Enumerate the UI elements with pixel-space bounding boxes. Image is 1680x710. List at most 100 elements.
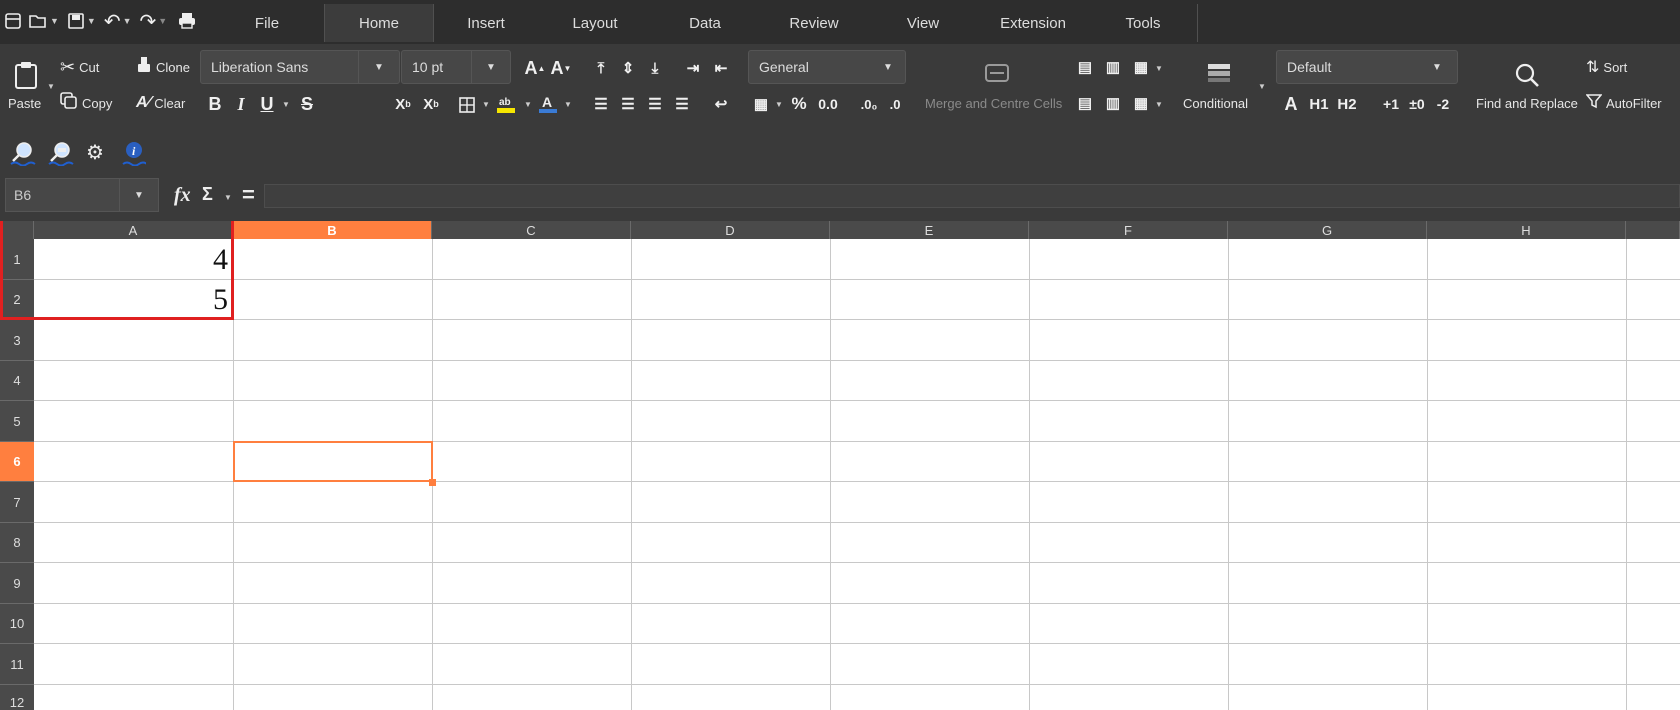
highlight-color-icon[interactable]: ab — [496, 94, 516, 119]
copy-button[interactable]: Copy — [60, 91, 112, 114]
row-header-2[interactable]: 2 — [0, 280, 34, 320]
row-header-10[interactable]: 10 — [0, 604, 34, 644]
chevron-down-icon[interactable]: ▼ — [1155, 64, 1163, 73]
align-middle-icon[interactable]: ⇕ — [617, 56, 639, 80]
underline-icon[interactable]: U — [256, 92, 278, 116]
remove-decimal-icon[interactable]: .0 — [884, 92, 906, 116]
formula-input[interactable] — [264, 184, 1680, 208]
column-header-a[interactable]: A — [34, 221, 233, 239]
clone-formatting-button[interactable]: Clone — [136, 56, 190, 78]
delete-cells-icon[interactable]: ▦ — [1130, 92, 1152, 114]
chevron-down-icon[interactable]: ▼ — [119, 179, 158, 211]
tab-file[interactable]: File — [216, 4, 318, 42]
tab-tools[interactable]: Tools — [1092, 4, 1194, 42]
cell-a1[interactable]: 4 — [34, 239, 228, 280]
paste-button[interactable]: Paste — [6, 56, 46, 116]
tab-layout[interactable]: Layout — [540, 4, 650, 42]
chevron-down-icon[interactable]: ▼ — [50, 16, 59, 26]
chevron-down-icon[interactable]: ▼ — [358, 51, 399, 83]
wrap-text-icon[interactable]: ↩ — [710, 92, 732, 116]
chevron-down-icon[interactable]: ▼ — [1417, 62, 1457, 73]
row-header-7[interactable]: 7 — [0, 482, 34, 523]
function-wizard-icon[interactable]: fx — [174, 184, 191, 207]
add-decimal-icon[interactable]: .0₀ — [856, 92, 882, 116]
row-header-8[interactable]: 8 — [0, 523, 34, 563]
active-cell-b6[interactable] — [233, 441, 433, 482]
row-header-12[interactable]: 12 — [0, 685, 34, 710]
strikethrough-icon[interactable]: S — [296, 92, 318, 116]
default-style-icon[interactable]: A — [1280, 92, 1302, 116]
zoom-in-icon[interactable] — [10, 140, 36, 171]
row-header-9[interactable]: 9 — [0, 563, 34, 604]
formula-equals-icon[interactable]: = — [242, 182, 255, 208]
align-left-icon[interactable]: ☰ — [590, 92, 612, 116]
conditional-format-button[interactable]: Conditional — [1180, 56, 1260, 116]
row-header-11[interactable]: 11 — [0, 644, 34, 685]
find-replace-button[interactable]: Find and Replace — [1470, 56, 1580, 116]
tab-view[interactable]: View — [872, 4, 974, 42]
chevron-down-icon[interactable]: ▼ — [564, 100, 572, 109]
tab-home[interactable]: Home — [324, 4, 434, 42]
row-header-1[interactable]: 1 — [0, 239, 34, 280]
tab-data[interactable]: Data — [654, 4, 756, 42]
chevron-down-icon[interactable]: ▼ — [871, 62, 905, 73]
cut-button[interactable]: ✂ Cut — [60, 56, 99, 78]
align-right-icon[interactable]: ☰ — [644, 92, 666, 116]
number-format-icon[interactable]: ▦ — [750, 92, 772, 116]
subscript-icon[interactable]: Xb — [392, 92, 414, 116]
column-header-c[interactable]: C — [432, 221, 631, 239]
align-bottom-icon[interactable]: ⤓ — [644, 56, 666, 80]
decimal-format-icon[interactable]: 0.0 — [814, 92, 842, 116]
chevron-down-icon[interactable]: ▼ — [524, 100, 532, 109]
redo-icon[interactable]: ↷ — [140, 9, 157, 34]
row-header-3[interactable]: 3 — [0, 320, 34, 361]
chevron-down-icon[interactable]: ▼ — [282, 100, 290, 109]
tab-review[interactable]: Review — [760, 4, 868, 42]
app-menu-icon[interactable] — [4, 12, 22, 30]
tab-extension[interactable]: Extension — [978, 4, 1088, 42]
sort-button[interactable]: ⇅ Sort — [1586, 56, 1627, 78]
merge-centre-button[interactable]: Merge and Centre Cells — [918, 56, 1074, 116]
increase-indent-icon[interactable]: ⇥ — [682, 56, 704, 80]
cell-a2[interactable]: 5 — [34, 280, 228, 320]
select-all-corner[interactable] — [0, 221, 34, 239]
row-header-5[interactable]: 5 — [0, 401, 34, 442]
delete-rows-icon[interactable]: ▤ — [1074, 92, 1096, 114]
row-header-6[interactable]: 6 — [0, 442, 34, 482]
italic-icon[interactable]: I — [230, 92, 252, 116]
accent3-style-button[interactable]: -2 — [1430, 92, 1456, 116]
accent1-style-button[interactable]: +1 — [1378, 92, 1404, 116]
chevron-down-icon[interactable]: ▼ — [47, 82, 55, 91]
delete-columns-icon[interactable]: ▥ — [1102, 92, 1124, 114]
clear-formatting-button[interactable]: A⁄ Clear — [136, 92, 185, 114]
name-box[interactable]: B6 ▼ — [5, 178, 159, 212]
superscript-icon[interactable]: Xb — [420, 92, 442, 116]
insert-rows-icon[interactable]: ▤ — [1074, 56, 1096, 78]
settings-gear-icon[interactable]: ⚙ — [86, 140, 104, 165]
info-icon[interactable]: i — [122, 140, 148, 171]
bold-icon[interactable]: B — [204, 92, 226, 116]
undo-icon[interactable]: ↶ — [104, 9, 121, 34]
autofilter-button[interactable]: AutoFilter — [1585, 92, 1662, 114]
accent2-style-button[interactable]: ±0 — [1404, 92, 1430, 116]
chevron-down-icon[interactable]: ▼ — [158, 16, 167, 26]
print-icon[interactable] — [177, 12, 197, 30]
align-top-icon[interactable]: ⤒ — [590, 56, 612, 80]
decrease-indent-icon[interactable]: ⇤ — [710, 56, 732, 80]
insert-columns-icon[interactable]: ▥ — [1102, 56, 1124, 78]
heading2-style-button[interactable]: H2 — [1334, 92, 1360, 116]
align-center-icon[interactable]: ☰ — [617, 92, 639, 116]
justify-icon[interactable]: ☰ — [671, 92, 693, 116]
borders-icon[interactable] — [458, 96, 476, 119]
number-format-combo[interactable]: General ▼ — [748, 50, 906, 84]
row-header-4[interactable]: 4 — [0, 361, 34, 401]
column-header-i[interactable] — [1626, 221, 1680, 239]
save-icon[interactable] — [67, 12, 85, 30]
tab-insert[interactable]: Insert — [436, 4, 536, 42]
open-folder-icon[interactable] — [28, 12, 48, 30]
chevron-down-icon[interactable]: ▼ — [123, 16, 132, 26]
column-header-h[interactable]: H — [1427, 221, 1626, 239]
font-size-combo[interactable]: 10 pt ▼ — [401, 50, 511, 84]
chevron-down-icon[interactable]: ▼ — [471, 51, 510, 83]
shrink-font-icon[interactable]: A ▼ — [550, 56, 572, 80]
